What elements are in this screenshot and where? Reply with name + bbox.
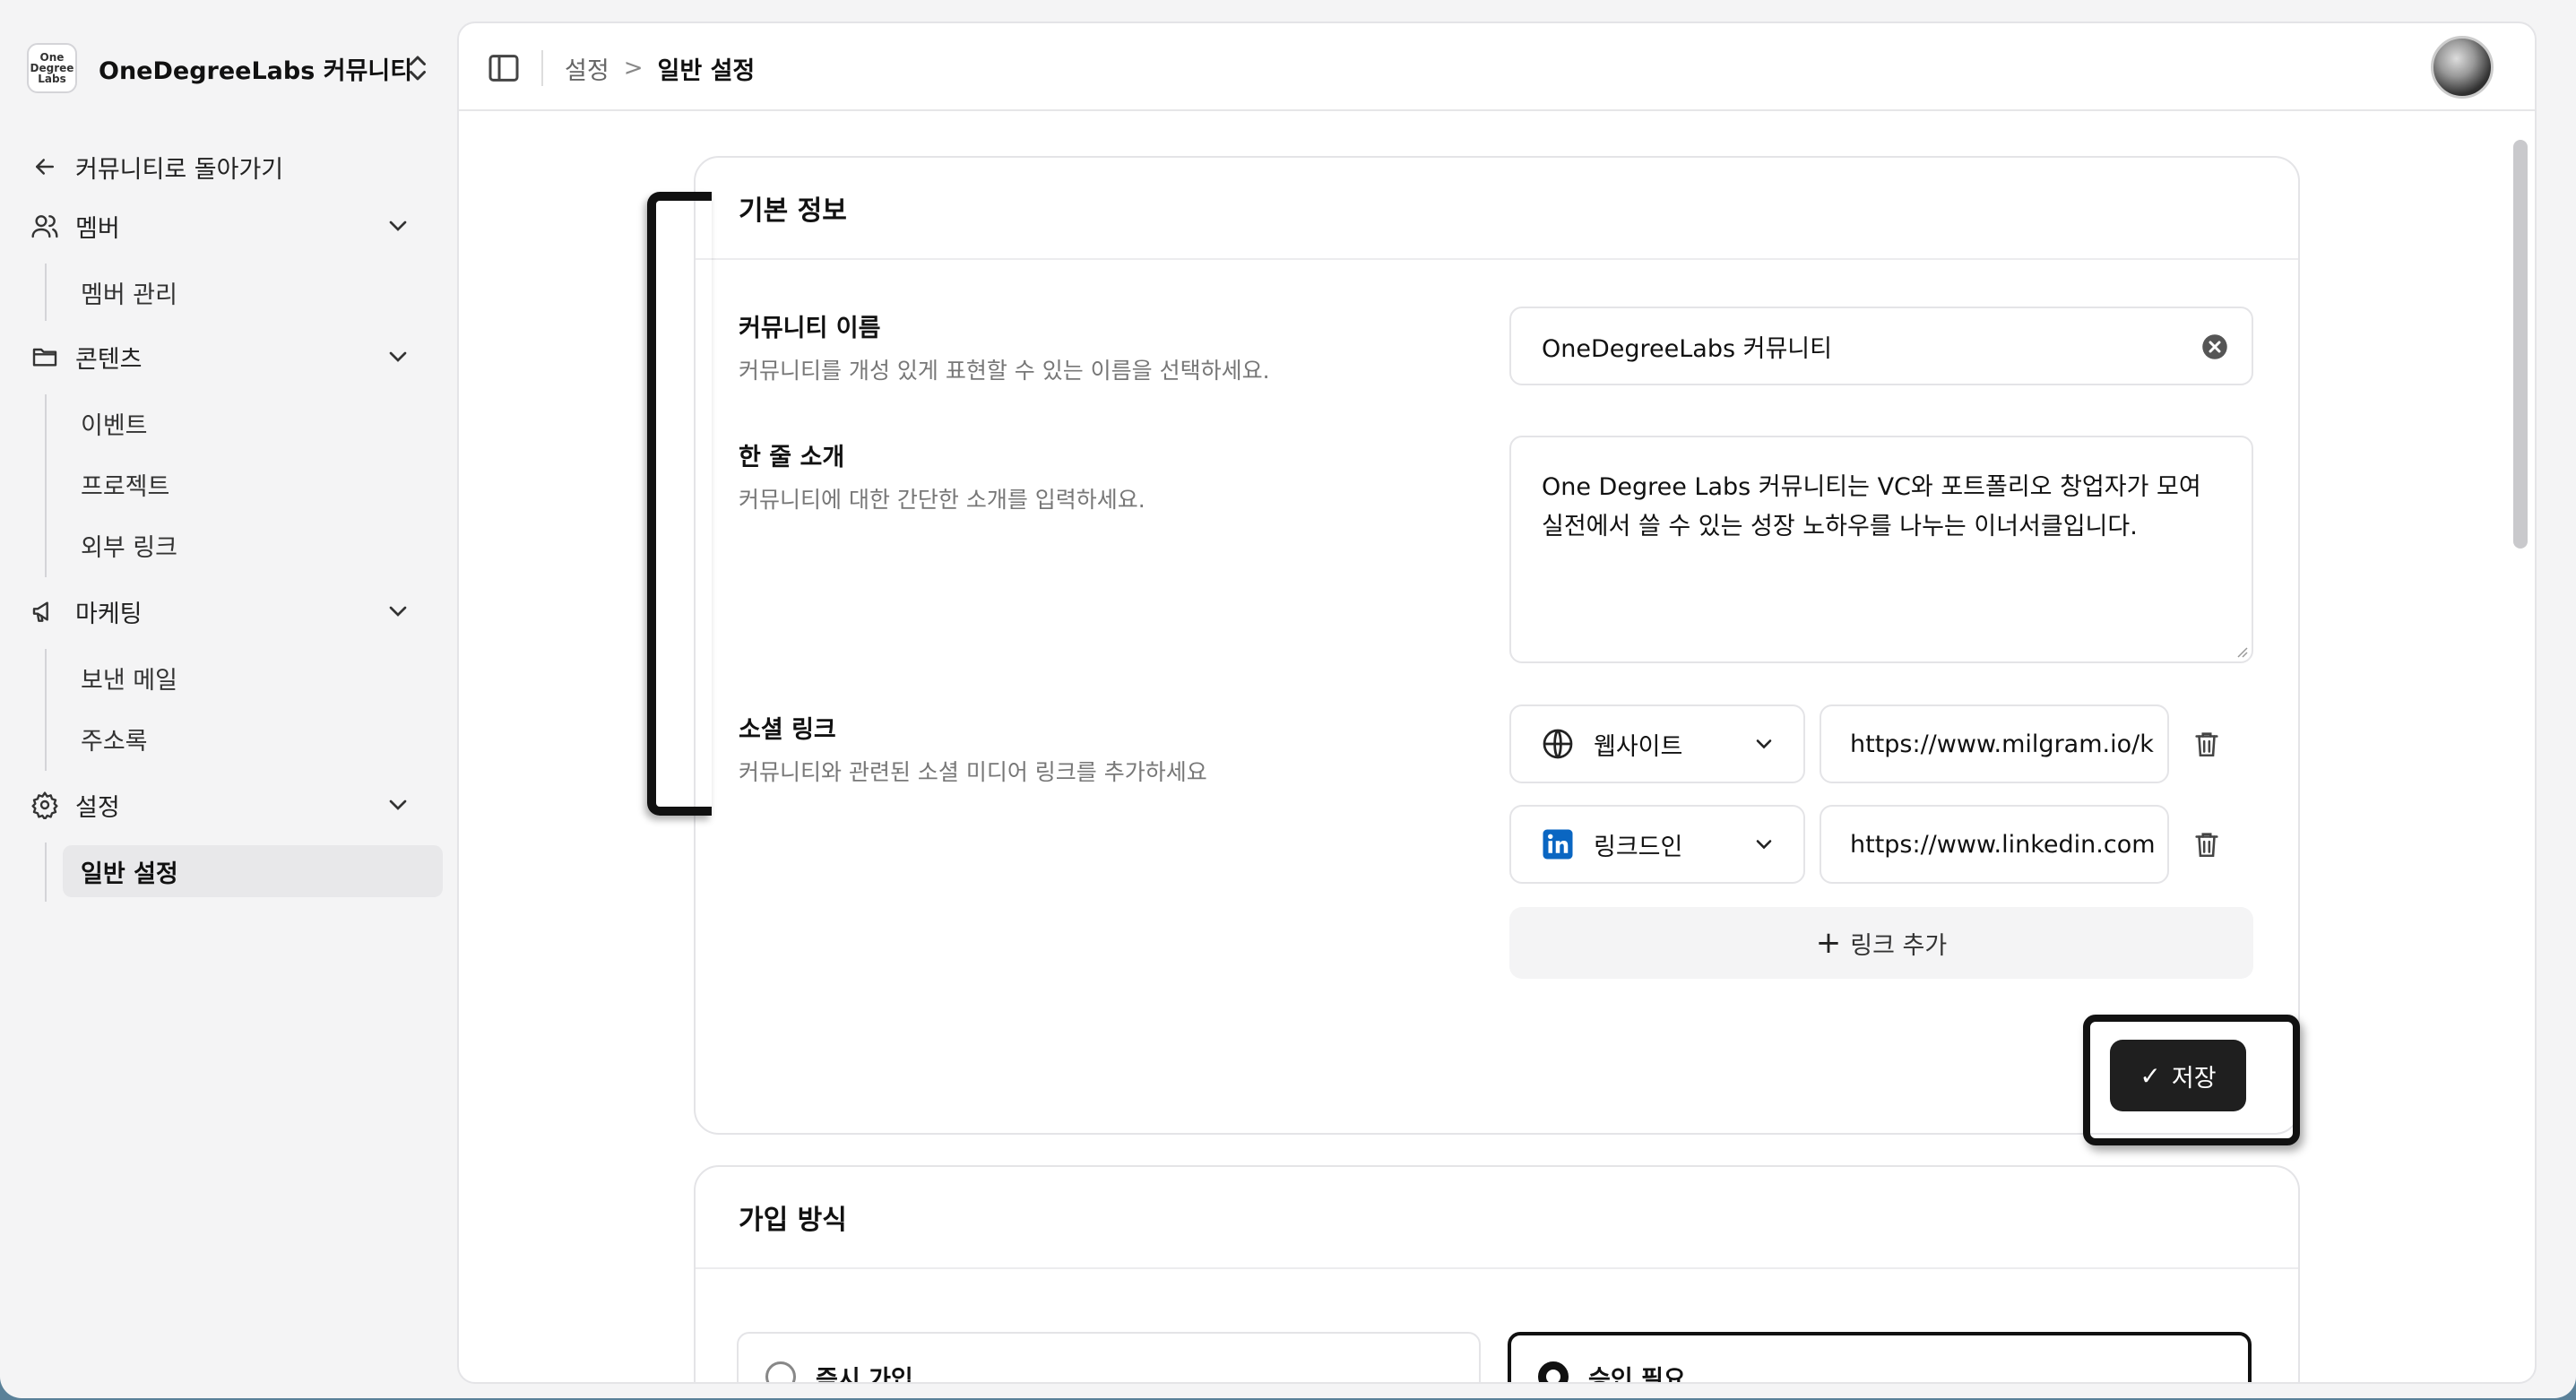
card-title: 가입 방식 [696, 1167, 2298, 1269]
breadcrumb-separator: > [623, 55, 644, 82]
app-window: One Degree Labs OneDegreeLabs 커뮤니티 커뮤니티로… [0, 0, 2576, 1398]
sidebar-item-events[interactable]: 이벤트 [63, 397, 443, 449]
basic-info-card: 기본 정보 커뮤니티 이름 커뮤니티를 개성 있게 표현할 수 있는 이름을 선… [694, 156, 2300, 1145]
resize-grip-icon[interactable] [2234, 644, 2248, 658]
chevron-down-icon [1756, 840, 1772, 850]
back-to-community-link[interactable]: 커뮤니티로 돌아가기 [27, 142, 439, 192]
social-links-label: 소셜 링크 [739, 716, 836, 744]
sidebar-toggle-icon[interactable] [486, 50, 522, 86]
social-links-description: 커뮤니티와 관련된 소셜 미디어 링크를 추가하세요 [739, 759, 1207, 785]
sidebar-subgroup-settings: 일반 설정 [45, 843, 443, 902]
annotation-bracket [647, 192, 712, 816]
scrollbar-thumb[interactable] [2513, 140, 2528, 549]
clear-icon[interactable] [2201, 333, 2228, 360]
globe-icon [1540, 726, 1576, 762]
chevron-down-icon [389, 351, 407, 362]
save-button[interactable]: ✓ 저장 [2110, 1040, 2246, 1111]
trash-icon[interactable] [2189, 826, 2225, 862]
trash-icon[interactable] [2189, 726, 2225, 762]
sidebar-group-members[interactable]: 멤버 [27, 201, 439, 251]
sidebar-group-label: 멤버 [75, 214, 120, 243]
link-type-label: 링크드인 [1594, 833, 1683, 861]
join-option-instant[interactable]: 즉시 가입 [737, 1332, 1481, 1384]
sidebar-item-projects[interactable]: 프로젝트 [63, 458, 443, 510]
sidebar-group-settings[interactable]: 설정 [27, 780, 439, 830]
community-name-description: 커뮤니티를 개성 있게 표현할 수 있는 이름을 선택하세요. [739, 358, 1270, 384]
link-url-input[interactable]: https://www.milgram.io/k [1820, 704, 2169, 783]
topbar: 설정 > 일반 설정 [459, 23, 2535, 111]
megaphone-icon [27, 593, 63, 629]
linkedin-icon [1540, 826, 1576, 862]
save-label: 저장 [2171, 1064, 2217, 1093]
join-option-approval[interactable]: 승인 필요 [1508, 1332, 2252, 1384]
sidebar-item-sent-mail[interactable]: 보낸 메일 [63, 652, 443, 704]
plus-icon: + [1815, 925, 1842, 961]
org-logo: One Degree Labs [27, 43, 77, 93]
divider [541, 50, 543, 86]
add-link-button[interactable]: + 링크 추가 [1509, 907, 2253, 979]
chevron-down-icon [389, 799, 407, 810]
sidebar-group-marketing[interactable]: 마케팅 [27, 586, 439, 636]
community-name-label: 커뮤니티 이름 [739, 315, 881, 342]
link-url-input[interactable]: https://www.linkedin.com [1820, 805, 2169, 884]
add-link-label: 링크 추가 [1850, 931, 1948, 960]
intro-label: 한 줄 소개 [739, 444, 845, 471]
sidebar-group-label: 설정 [75, 793, 120, 822]
sidebar-group-contents[interactable]: 콘텐츠 [27, 332, 439, 382]
intro-description: 커뮤니티에 대한 간단한 소개를 입력하세요. [739, 487, 1145, 513]
sidebar-item-general-settings[interactable]: 일반 설정 [63, 845, 443, 897]
intro-value: One Degree Labs 커뮤니티는 VC와 포트폴리오 창업자가 모여 … [1542, 473, 2201, 540]
main-panel: 설정 > 일반 설정 기본 정보 커뮤니티 이름 커뮤니티를 개성 있게 표현할… [457, 22, 2537, 1384]
community-name-value: OneDegreeLabs 커뮤니티 [1542, 334, 1832, 363]
breadcrumb: 설정 > 일반 설정 [565, 48, 755, 88]
chevron-down-icon [389, 606, 407, 617]
sidebar-item-address-book[interactable]: 주소록 [63, 713, 443, 765]
scrollbar[interactable] [2510, 113, 2531, 1382]
link-type-label: 웹사이트 [1594, 732, 1683, 761]
sidebar-subgroup-marketing: 보낸 메일 주소록 [45, 649, 177, 771]
sidebar-subgroup-members: 멤버 관리 [45, 264, 177, 321]
breadcrumb-parent[interactable]: 설정 [565, 51, 609, 86]
sidebar: One Degree Labs OneDegreeLabs 커뮤니티 커뮤니티로… [0, 0, 457, 1398]
check-icon: ✓ [2139, 1060, 2161, 1091]
chevrons-up-down-icon [410, 56, 426, 81]
community-name-input[interactable]: OneDegreeLabs 커뮤니티 [1509, 307, 2253, 385]
arrow-left-icon [27, 149, 63, 185]
radio-checked-icon [1538, 1361, 1569, 1382]
sidebar-item-member-management[interactable]: 멤버 관리 [63, 266, 443, 318]
org-switcher[interactable]: One Degree Labs OneDegreeLabs 커뮤니티 [27, 41, 439, 95]
sidebar-subgroup-contents: 이벤트 프로젝트 외부 링크 [45, 394, 177, 577]
folder-icon [27, 339, 63, 375]
back-label: 커뮤니티로 돌아가기 [75, 155, 284, 184]
link-type-select[interactable]: 웹사이트 [1509, 704, 1805, 783]
join-option-label: 승인 필요 [1588, 1365, 1686, 1384]
sidebar-item-external-links[interactable]: 외부 링크 [63, 519, 443, 571]
join-option-label: 즉시 가입 [816, 1365, 913, 1384]
users-icon [27, 208, 63, 244]
chevron-down-icon [389, 220, 407, 231]
breadcrumb-current: 일반 설정 [657, 56, 756, 85]
sidebar-group-label: 마케팅 [75, 600, 143, 628]
card-title: 기본 정보 [696, 158, 2298, 260]
chevron-down-icon [1756, 739, 1772, 749]
avatar[interactable] [2431, 36, 2494, 99]
sidebar-group-label: 콘텐츠 [75, 345, 143, 374]
org-name: OneDegreeLabs 커뮤니티 [99, 56, 413, 85]
link-type-select[interactable]: 링크드인 [1509, 805, 1805, 884]
intro-textarea[interactable]: One Degree Labs 커뮤니티는 VC와 포트폴리오 창업자가 모여 … [1509, 436, 2253, 663]
gear-icon [27, 787, 63, 823]
radio-unchecked-icon [765, 1361, 796, 1382]
